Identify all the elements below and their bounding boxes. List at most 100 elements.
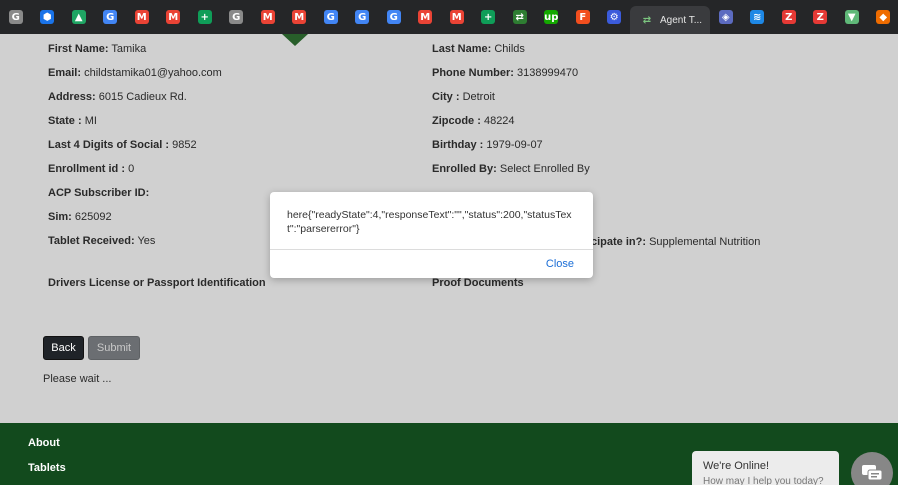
field-label: ACP Subscriber ID:	[48, 187, 150, 199]
back-button[interactable]: Back	[43, 336, 84, 360]
wait-message: Please wait ...	[43, 373, 112, 385]
form-field: Zipcode : 48224	[432, 115, 515, 127]
browser-tab[interactable]: G	[0, 0, 32, 34]
form-field: State : MI	[48, 115, 97, 127]
section-proof-documents: Proof Documents	[432, 277, 524, 289]
field-label: Email:	[48, 67, 82, 79]
browser-tab[interactable]: ⇄	[504, 0, 536, 34]
orange-box-icon: ◆	[876, 10, 891, 24]
browser-tab[interactable]: G	[95, 0, 127, 34]
browser-tab[interactable]: Z	[805, 0, 837, 34]
tab-title: Agent T...	[660, 14, 703, 26]
field-label: Address:	[48, 91, 96, 103]
form-field: Phone Number: 3138999470	[432, 67, 578, 79]
field-value: Detroit	[462, 91, 495, 103]
browser-tab-strip: G ⬢ ▲ G M M + G M M G G G M M + ⇄ up F ⚙ ⇄ Agent T... ◈ ≋ Z Z ▼ ◆	[0, 0, 898, 34]
field-label: Sim:	[48, 211, 72, 223]
gmail-icon: M	[134, 10, 149, 24]
field-label: Last 4 Digits of Social :	[48, 139, 170, 151]
footer-link-about[interactable]: About	[28, 437, 60, 449]
google-drive-icon: ▲	[71, 10, 86, 24]
google-icon: G	[323, 10, 338, 24]
field-value: 9852	[172, 139, 197, 151]
field-value: Yes	[137, 235, 156, 247]
field-label: State :	[48, 115, 82, 127]
form-field: Last 4 Digits of Social : 9852	[48, 139, 197, 151]
form-field: Sim: 625092	[48, 211, 112, 223]
dialog-footer: Close	[270, 250, 593, 278]
form-field: Tablet Received: Yes	[48, 235, 155, 247]
field-value: Childs	[494, 43, 525, 55]
browser-tab[interactable]: ▼	[836, 0, 868, 34]
browser-tab[interactable]: M	[410, 0, 442, 34]
browser-tab[interactable]: ▲	[63, 0, 95, 34]
form-field: Enrolled By: Select Enrolled By	[432, 163, 590, 175]
field-value: 6015 Cadieux Rd.	[98, 91, 187, 103]
browser-tab[interactable]: +	[473, 0, 505, 34]
sheets-plus-icon: +	[481, 10, 496, 24]
browser-tab[interactable]: M	[158, 0, 190, 34]
form-field: First Name: Tamika	[48, 43, 146, 55]
chat-icon	[862, 465, 883, 481]
browser-tab[interactable]: M	[441, 0, 473, 34]
browser-tab[interactable]: ⬢	[32, 0, 64, 34]
chat-title: We're Online!	[703, 460, 770, 472]
error-dialog: here{"readyState":4,"responseText":"","s…	[270, 192, 593, 278]
form-field: ACP Subscriber ID:	[48, 187, 149, 199]
g-gray-icon: G	[229, 10, 244, 24]
form-field: Email: childstamika01@yahoo.com	[48, 67, 222, 79]
field-label: Tablet Received:	[48, 235, 135, 247]
browser-tab-active[interactable]: ⇄ Agent T...	[630, 6, 710, 34]
blue-hex-icon: ⬢	[40, 10, 55, 24]
gmail-icon: M	[449, 10, 464, 24]
browser-tab[interactable]: ⚙	[599, 0, 631, 34]
blue-tool-icon: ⚙	[607, 10, 622, 24]
close-button[interactable]: Close	[546, 258, 574, 270]
field-program-participation: cipate in?: Supplemental Nutrition	[591, 236, 760, 248]
submit-button[interactable]: Submit	[88, 336, 140, 360]
browser-tab[interactable]: +	[189, 0, 221, 34]
zotero-icon: Z	[813, 10, 828, 24]
browser-tab[interactable]: Z	[773, 0, 805, 34]
footer-link-tablets[interactable]: Tablets	[28, 462, 66, 474]
browser-tab[interactable]: M	[126, 0, 158, 34]
chat-subtitle: How may I help you today?	[703, 476, 824, 485]
g-docs-gray-icon: G	[8, 10, 23, 24]
field-value: 48224	[483, 115, 515, 127]
figma-icon: F	[575, 10, 590, 24]
browser-tab[interactable]: up	[536, 0, 568, 34]
browser-tab[interactable]: M	[284, 0, 316, 34]
browser-tab[interactable]: G	[315, 0, 347, 34]
sheets-plus-icon: +	[197, 10, 212, 24]
agent-tool-icon: ⇄	[642, 14, 652, 26]
field-value: 625092	[74, 211, 112, 223]
field-value: childstamika01@yahoo.com	[84, 67, 222, 79]
browser-tab[interactable]: G	[347, 0, 379, 34]
field-value: Tamika	[111, 43, 147, 55]
field-value: Supplemental Nutrition	[649, 236, 761, 248]
field-value: 3138999470	[516, 67, 579, 79]
field-value: MI	[84, 115, 97, 127]
zotero-icon: Z	[781, 10, 796, 24]
form-field: Last Name: Childs	[432, 43, 525, 55]
field-label: Enrolled By:	[432, 163, 497, 175]
chat-online-banner[interactable]: We're Online! How may I help you today?	[692, 451, 839, 485]
gmail-icon: M	[166, 10, 181, 24]
browser-tab[interactable]: ≋	[742, 0, 774, 34]
section-id-documents: Drivers License or Passport Identificati…	[48, 277, 266, 289]
field-value: 0	[128, 163, 135, 175]
field-value: Select Enrolled By	[499, 163, 590, 175]
form-field: Birthday : 1979-09-07	[432, 139, 543, 151]
browser-tab[interactable]: G	[378, 0, 410, 34]
dialog-message: here{"readyState":4,"responseText":"","s…	[287, 209, 572, 235]
google-icon: G	[103, 10, 118, 24]
browser-tab[interactable]: ◈	[710, 0, 742, 34]
browser-tab[interactable]: G	[221, 0, 253, 34]
form-field: City : Detroit	[432, 91, 495, 103]
vuetify-icon: ▼	[844, 10, 859, 24]
gmail-icon: M	[260, 10, 275, 24]
browser-tab[interactable]: ◆	[868, 0, 898, 34]
browser-tab[interactable]: M	[252, 0, 284, 34]
field-label: Zipcode :	[432, 115, 481, 127]
browser-tab[interactable]: F	[567, 0, 599, 34]
